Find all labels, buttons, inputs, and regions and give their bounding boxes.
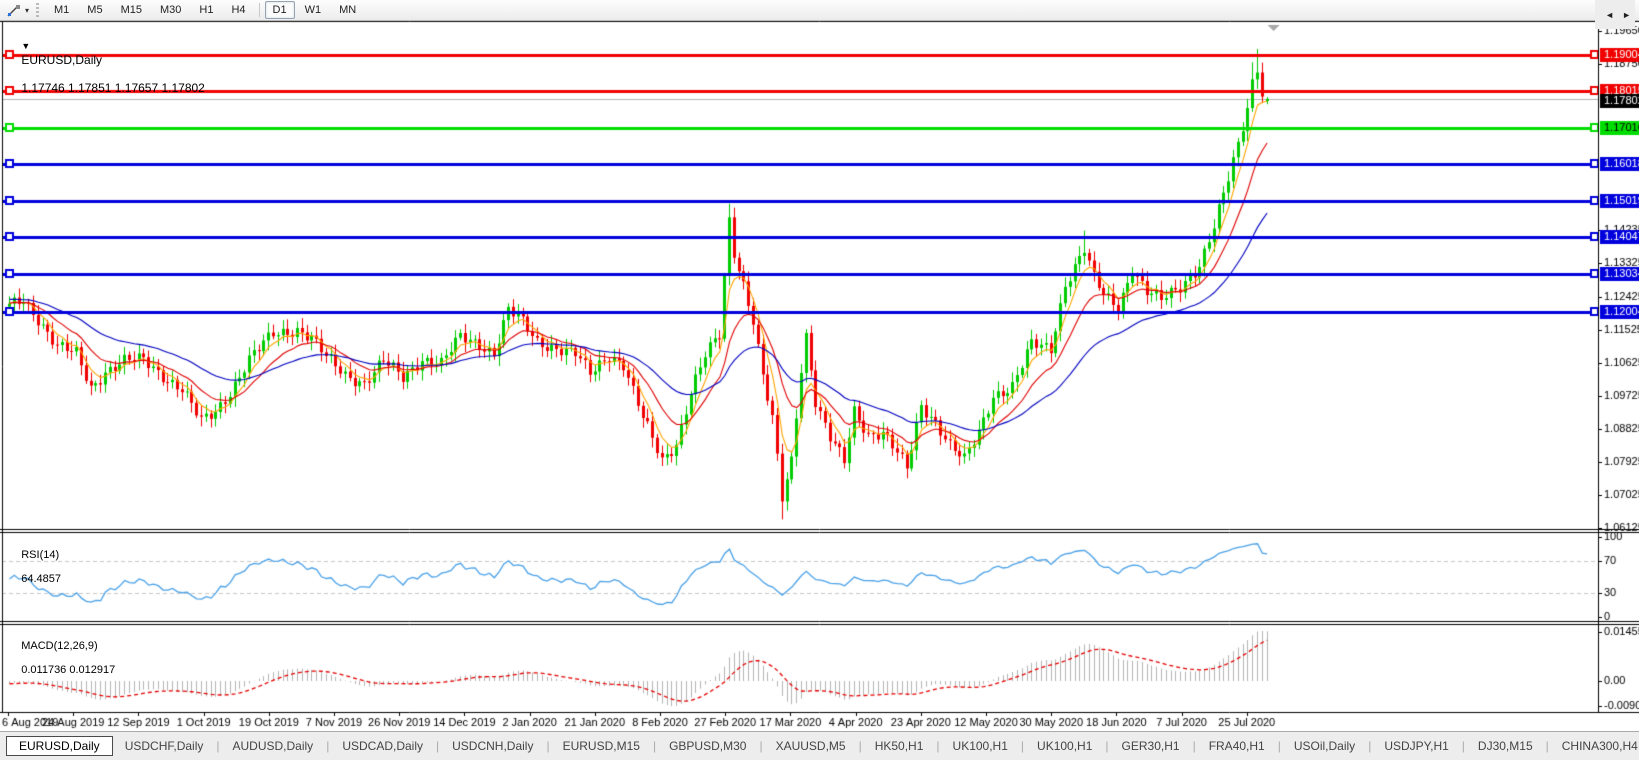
toolbar-separator xyxy=(258,3,260,17)
chart-title: ▼ EURUSD,Daily 1.17746 1.17851 1.17657 1… xyxy=(8,25,205,109)
tab-uk100-h1[interactable]: UK100,H1 xyxy=(941,736,1020,756)
tf-button-h4[interactable]: H4 xyxy=(223,1,253,19)
tab-scroll-arrows: ◄ ► xyxy=(1595,0,1635,29)
tab-usdcad-daily[interactable]: USDCAD,Daily xyxy=(330,736,435,756)
toolbar-grip xyxy=(36,3,40,17)
tab-uk100-h1[interactable]: UK100,H1 xyxy=(1025,736,1104,756)
macd-indicator-name: MACD(12,26,9) xyxy=(21,640,98,652)
tab-gbpusd-m30[interactable]: GBPUSD,M30 xyxy=(657,736,758,756)
rsi-indicator-name: RSI(14) xyxy=(21,549,60,561)
chevron-down-icon: ▾ xyxy=(25,5,30,15)
tab-china300-h4[interactable]: CHINA300,H4 xyxy=(1550,736,1639,756)
tab-fra40-h1[interactable]: FRA40,H1 xyxy=(1197,736,1277,756)
symbol-period-label: EURUSD,Daily xyxy=(21,53,103,67)
tab-eurusd-m15[interactable]: EURUSD,M15 xyxy=(551,736,652,756)
tf-button-m30[interactable]: M30 xyxy=(152,1,189,19)
tf-button-m1[interactable]: M1 xyxy=(46,1,77,19)
tf-button-m15[interactable]: M15 xyxy=(113,1,150,19)
rsi-indicator-value: 64.4857 xyxy=(21,573,61,585)
tf-button-m5[interactable]: M5 xyxy=(79,1,110,19)
tab-eurusd-daily[interactable]: EURUSD,Daily xyxy=(6,736,113,756)
timeframe-buttons: M1 M5 M15 M30 H1 H4 D1 W1 MN xyxy=(45,1,365,19)
tf-button-h1[interactable]: H1 xyxy=(191,1,221,19)
tf-button-w1[interactable]: W1 xyxy=(297,1,330,19)
tab-usdcnh-daily[interactable]: USDCNH,Daily xyxy=(440,736,545,756)
macd-label: MACD(12,26,9) 0.011736 0.012917 xyxy=(9,628,115,688)
tab-dj30-m15[interactable]: DJ30,M15 xyxy=(1466,736,1545,756)
crosshair-pencil-icon xyxy=(7,4,20,16)
tab-usdjpy-h1[interactable]: USDJPY,H1 xyxy=(1372,736,1460,756)
mt4-window: ▾ M1 M5 M15 M30 H1 H4 D1 W1 MN ▼ EURUSD,Daily 1.… xyxy=(0,0,1639,760)
line-studies-icon[interactable]: ▾ xyxy=(4,3,32,18)
collapse-triangle-icon[interactable]: ▼ xyxy=(21,41,30,51)
tab-scroll-left[interactable]: ◄ xyxy=(1601,8,1618,22)
macd-indicator-values: 0.011736 0.012917 xyxy=(21,664,116,676)
tab-usdchf-daily[interactable]: USDCHF,Daily xyxy=(113,736,216,756)
ohlc-values: 1.17746 1.17851 1.17657 1.17802 xyxy=(21,81,205,95)
tab-usoil-daily[interactable]: USOil,Daily xyxy=(1282,736,1367,756)
tf-button-mn[interactable]: MN xyxy=(331,1,364,19)
tab-hk50-h1[interactable]: HK50,H1 xyxy=(863,736,936,756)
chart-tab-bar: EURUSD,Daily USDCHF,Daily | AUDUSD,Daily | US… xyxy=(0,731,1639,760)
tab-xauusd-m5[interactable]: XAUUSD,M5 xyxy=(764,736,858,756)
timeframe-toolbar: ▾ M1 M5 M15 M30 H1 H4 D1 W1 MN xyxy=(0,0,1639,21)
tab-audusd-daily[interactable]: AUDUSD,Daily xyxy=(221,736,326,756)
rsi-label: RSI(14) 64.4857 xyxy=(9,537,61,597)
chart-canvas[interactable] xyxy=(0,0,1639,731)
tab-scroll-right[interactable]: ► xyxy=(1618,8,1635,22)
tf-button-d1[interactable]: D1 xyxy=(264,1,295,19)
tab-ger30-h1[interactable]: GER30,H1 xyxy=(1110,736,1192,756)
